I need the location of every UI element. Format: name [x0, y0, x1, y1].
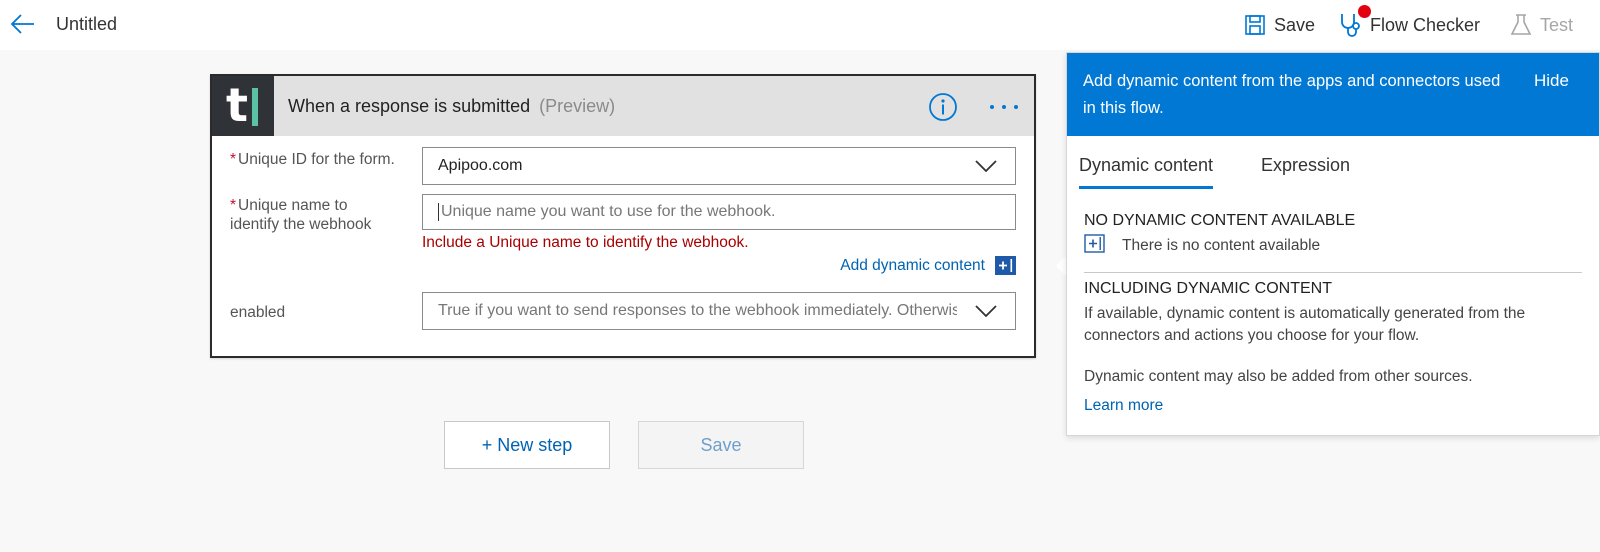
hide-button[interactable]: Hide	[1534, 71, 1569, 91]
panel-message: Add dynamic content from the apps and co…	[1083, 72, 1501, 117]
command-bar: Untitled Save Flow Checker Test	[0, 0, 1600, 50]
trigger-title-text: When a response is submitted	[288, 96, 531, 116]
add-dynamic-content-link[interactable]: Add dynamic content	[840, 256, 1016, 275]
save-flow-button[interactable]: Save	[638, 421, 804, 469]
panel-header: Add dynamic content from the apps and co…	[1067, 53, 1599, 136]
section-divider	[1084, 272, 1582, 273]
form-id-label: * Unique ID for the form.	[230, 150, 400, 169]
save-icon	[1245, 15, 1265, 35]
form-id-label-text: Unique ID for the form.	[238, 151, 395, 168]
trigger-card-header[interactable]: t When a response is submitted (Preview)	[212, 76, 1034, 136]
flow-checker-label: Flow Checker	[1370, 14, 1481, 35]
tab-expression[interactable]: Expression	[1261, 155, 1350, 186]
flask-icon	[1510, 14, 1532, 35]
save-button[interactable]: Save	[1244, 10, 1315, 40]
info-icon[interactable]	[928, 92, 958, 122]
webhook-name-label-text: Unique name to identify the webhook	[230, 197, 372, 233]
logo-letter: t	[226, 78, 248, 132]
flow-title[interactable]: Untitled	[56, 14, 117, 35]
panel-pointer	[1056, 256, 1066, 276]
add-dynamic-content-icon	[995, 256, 1016, 275]
enabled-placeholder: True if you want to send responses to th…	[438, 302, 1015, 319]
enabled-label: enabled	[230, 304, 286, 321]
logo-bar	[252, 88, 258, 126]
new-step-button[interactable]: + New step	[444, 421, 610, 469]
more-options-icon[interactable]	[988, 102, 1020, 112]
no-content-text: There is no content available	[1122, 237, 1321, 254]
enabled-dropdown[interactable]: True if you want to send responses to th…	[422, 292, 1016, 330]
trigger-title: When a response is submitted (Preview)	[288, 96, 615, 117]
including-heading: INCLUDING DYNAMIC CONTENT	[1084, 280, 1333, 297]
stethoscope-icon	[1341, 14, 1360, 37]
webhook-name-placeholder: Unique name you want to use for the webh…	[441, 203, 776, 220]
test-button[interactable]: Test	[1510, 10, 1573, 40]
required-marker: *	[230, 151, 237, 168]
typeform-logo: t	[212, 76, 274, 136]
learn-more-link[interactable]: Learn more	[1084, 397, 1163, 415]
preview-tag: (Preview)	[539, 96, 616, 116]
webhook-name-label: * Unique name to identify the webhook	[230, 196, 400, 234]
required-marker: *	[230, 197, 237, 214]
back-arrow-icon[interactable]	[10, 12, 36, 36]
add-content-icon	[1084, 234, 1105, 253]
test-label: Test	[1540, 14, 1574, 35]
add-dynamic-content-label: Add dynamic content	[840, 256, 985, 274]
no-content-heading: NO DYNAMIC CONTENT AVAILABLE	[1084, 212, 1356, 229]
save-label: Save	[1274, 14, 1316, 35]
other-sources-text: Dynamic content may also be added from o…	[1084, 368, 1473, 385]
webhook-name-input[interactable]: Unique name you want to use for the webh…	[422, 194, 1016, 230]
notification-dot	[1358, 5, 1371, 18]
form-id-dropdown[interactable]: Apipoo.com	[422, 147, 1016, 185]
webhook-name-error: Include a Unique name to identify the we…	[422, 234, 749, 251]
including-text: If available, dynamic content is automat…	[1084, 305, 1526, 344]
chevron-down-icon[interactable]	[957, 148, 1015, 184]
text-caret	[438, 203, 439, 221]
dynamic-content-panel: Add dynamic content from the apps and co…	[1066, 52, 1600, 436]
chevron-down-icon[interactable]	[957, 293, 1015, 329]
tab-dynamic-content[interactable]: Dynamic content	[1079, 155, 1214, 189]
trigger-card: t When a response is submitted (Preview)…	[210, 74, 1036, 358]
form-id-value: Apipoo.com	[438, 157, 523, 174]
